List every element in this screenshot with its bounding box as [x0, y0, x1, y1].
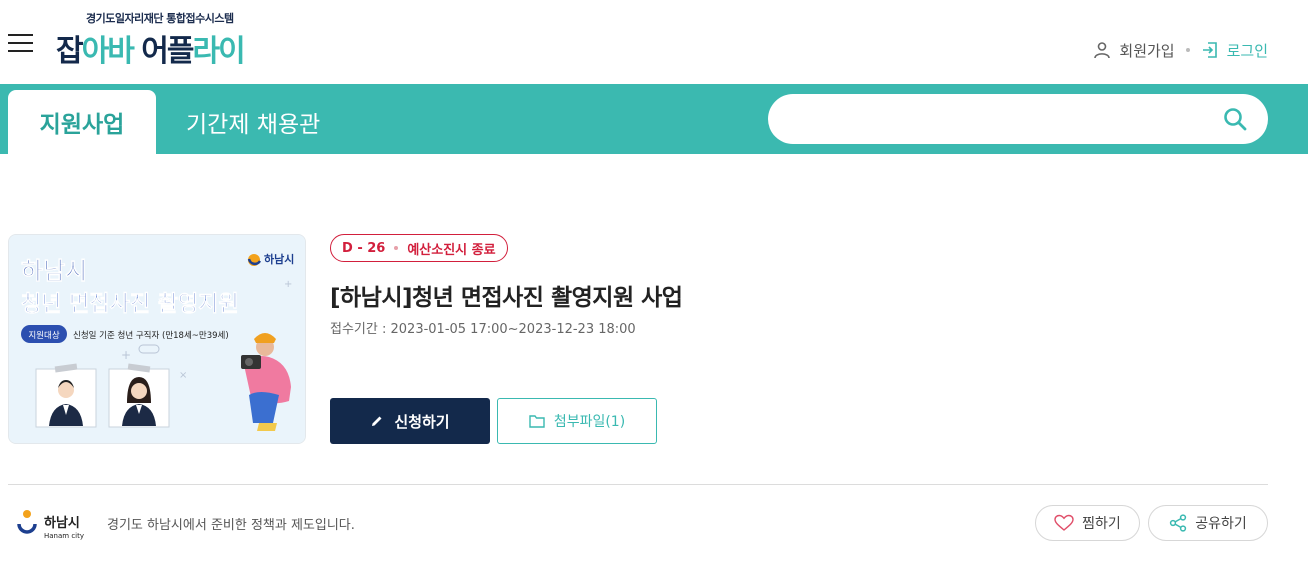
thumbnail-target-text: 신청일 기준 청년 구직자 (만18세~만39세) [73, 330, 229, 341]
signup-link[interactable]: 회원가입 [1093, 40, 1175, 61]
site-logo[interactable]: 경기도일자리재단 통합접수시스템 잡아바 어플라이 [56, 10, 276, 69]
period-label: 접수기간 : [330, 322, 387, 337]
share-label: 공유하기 [1195, 516, 1247, 532]
city-logo: 하남시 Hanam city [16, 507, 96, 541]
dday-badge: D - 26 [342, 240, 386, 256]
thumbnail-target-badge: 지원대상 [28, 330, 59, 341]
svg-text:+: + [284, 279, 292, 290]
search-box [768, 94, 1268, 144]
user-icon [1094, 42, 1111, 59]
login-label: 로그인 [1226, 41, 1268, 60]
like-label: 찜하기 [1082, 516, 1121, 532]
like-button[interactable]: 찜하기 [1035, 505, 1140, 541]
budget-status-badge: 예산소진시 종료 [407, 242, 496, 258]
search-input[interactable] [790, 94, 1210, 144]
application-period: 접수기간 : 2023-01-05 17:00~2023-12-23 18:00 [330, 318, 636, 337]
program-thumbnail[interactable]: 하남시 하남시 청년 면접사진 촬영지원 지원대상 신청일 기준 청년 구직자 … [8, 234, 306, 444]
separator-dot [1185, 48, 1190, 52]
signup-label: 회원가입 [1119, 41, 1175, 60]
header: 경기도일자리재단 통합접수시스템 잡아바 어플라이 회원가입 로그인 [0, 0, 1308, 84]
main-nav: 지원사업 기간제 채용관 [0, 84, 1308, 154]
program-title: [하남시]청년 면접사진 촬영지원 사업 [330, 285, 683, 311]
tab-support-programs[interactable]: 지원사업 [8, 90, 156, 154]
auth-links: 회원가입 로그인 [1093, 38, 1268, 62]
program-description: 경기도 하남시에서 준비한 정책과 제도입니다. [107, 518, 355, 533]
hamburger-menu-icon[interactable] [8, 34, 33, 52]
program-detail: D - 26 예산소진시 종료 [하남시]청년 면접사진 촬영지원 사업 접수기… [330, 234, 1280, 444]
divider [8, 484, 1268, 485]
logo-subtitle: 경기도일자리재단 통합접수시스템 [86, 12, 234, 25]
search-icon[interactable] [1222, 106, 1248, 132]
thumbnail-city-name: 하남시 [264, 252, 294, 266]
city-logo-text: 하남시 [44, 515, 80, 531]
share-icon [1170, 514, 1187, 532]
heart-icon [1054, 514, 1074, 531]
thumbnail-headline-2: 청년 면접사진 촬영지원 [21, 292, 239, 317]
login-icon [1202, 42, 1217, 58]
status-badge: D - 26 예산소진시 종료 [330, 234, 508, 262]
apply-button[interactable]: 신청하기 [330, 398, 490, 444]
login-link[interactable]: 로그인 [1201, 40, 1268, 61]
logo-title: 잡아바 어플라이 [56, 34, 246, 69]
thumbnail-illustration: 하남시 하남시 청년 면접사진 촬영지원 지원대상 신청일 기준 청년 구직자 … [9, 235, 305, 443]
svg-text:×: × [179, 370, 187, 381]
thumbnail-headline-1: 하남시 [21, 257, 87, 285]
apply-label: 신청하기 [394, 412, 450, 431]
svg-text:+: + [121, 348, 131, 362]
period-value: 2023-01-05 17:00~2023-12-23 18:00 [390, 322, 636, 337]
share-button[interactable]: 공유하기 [1148, 505, 1268, 541]
folder-icon [529, 415, 545, 428]
pencil-icon [372, 416, 382, 426]
city-logo-sub: Hanam city [44, 532, 84, 540]
tab-temporary-jobs[interactable]: 기간제 채용관 [186, 90, 320, 154]
attachment-button[interactable]: 첨부파일(1) [497, 398, 657, 444]
attachment-label: 첨부파일(1) [553, 414, 626, 430]
